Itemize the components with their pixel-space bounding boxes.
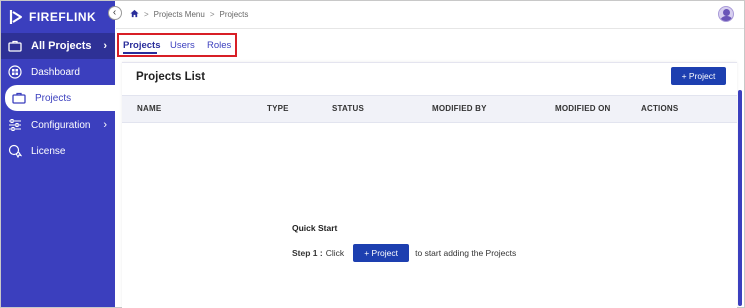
- sidebar-item-dashboard[interactable]: Dashboard: [1, 59, 115, 85]
- home-icon[interactable]: [130, 9, 139, 20]
- step-prefix: Click: [325, 248, 345, 258]
- avatar[interactable]: [718, 6, 734, 22]
- add-project-button[interactable]: + Project: [671, 67, 726, 85]
- avatar-body: [720, 16, 733, 21]
- briefcase-icon: [11, 90, 27, 106]
- sidebar-collapse-button[interactable]: ‹: [108, 6, 122, 20]
- column-header-type[interactable]: TYPE: [267, 104, 289, 113]
- column-header-modified-on[interactable]: MODIFIED ON: [555, 104, 611, 113]
- vertical-scrollbar[interactable]: [738, 90, 742, 306]
- sidebar-item-label: Projects: [35, 92, 72, 104]
- sidebar-item-license[interactable]: License: [1, 138, 115, 164]
- active-tab-indicator: [123, 52, 157, 54]
- sliders-icon: [7, 117, 23, 133]
- breadcrumb: > Projects Menu > Projects: [130, 9, 248, 20]
- fireflink-logo-icon: [9, 9, 23, 25]
- sidebar-item-all-projects[interactable]: All Projects ›: [1, 33, 115, 59]
- sidebar-item-projects[interactable]: Projects: [5, 85, 116, 111]
- chevron-right-icon: ›: [103, 119, 107, 131]
- sidebar-item-label: Dashboard: [31, 66, 80, 78]
- breadcrumb-item-projects-menu[interactable]: Projects Menu: [154, 10, 205, 19]
- column-header-name[interactable]: NAME: [137, 104, 161, 113]
- step-label: Step 1 :: [292, 248, 323, 258]
- avatar-head: [723, 9, 730, 16]
- breadcrumb-separator: >: [144, 10, 149, 19]
- brand-name: FIREFLINK: [29, 10, 97, 24]
- sidebar-item-label: All Projects: [31, 40, 92, 52]
- breadcrumb-separator: >: [209, 10, 215, 19]
- sidebar-item-configuration[interactable]: Configuration ›: [1, 112, 115, 138]
- briefcase-icon: [7, 38, 23, 54]
- license-icon: [7, 143, 23, 159]
- page-title: Projects List: [136, 71, 206, 83]
- column-header-modified-by[interactable]: MODIFIED BY: [432, 104, 487, 113]
- quick-start-title: Quick Start: [292, 223, 338, 233]
- chevron-left-icon: ‹: [112, 7, 117, 18]
- chevron-right-icon: ›: [103, 40, 107, 52]
- tab-projects[interactable]: Projects: [123, 40, 161, 51]
- column-header-status[interactable]: STATUS: [332, 104, 364, 113]
- breadcrumb-item-projects: Projects: [219, 10, 249, 19]
- quick-start-step: Step 1 : Click + Project to start adding…: [292, 244, 516, 262]
- sidebar-item-label: Configuration: [31, 119, 91, 131]
- sidebar: FIREFLINK All Projects › Dashboard Proje…: [1, 1, 116, 307]
- column-header-actions: ACTIONS: [641, 104, 679, 113]
- tab-users[interactable]: Users: [170, 40, 195, 51]
- tab-roles[interactable]: Roles: [207, 40, 231, 51]
- step-suffix: to start adding the Projects: [415, 248, 517, 258]
- dashboard-icon: [7, 64, 23, 80]
- logo: FIREFLINK: [1, 1, 115, 33]
- top-bar: > Projects Menu > Projects: [116, 1, 744, 29]
- sidebar-item-label: License: [31, 145, 66, 157]
- quick-start-add-project-button[interactable]: + Project: [353, 244, 410, 262]
